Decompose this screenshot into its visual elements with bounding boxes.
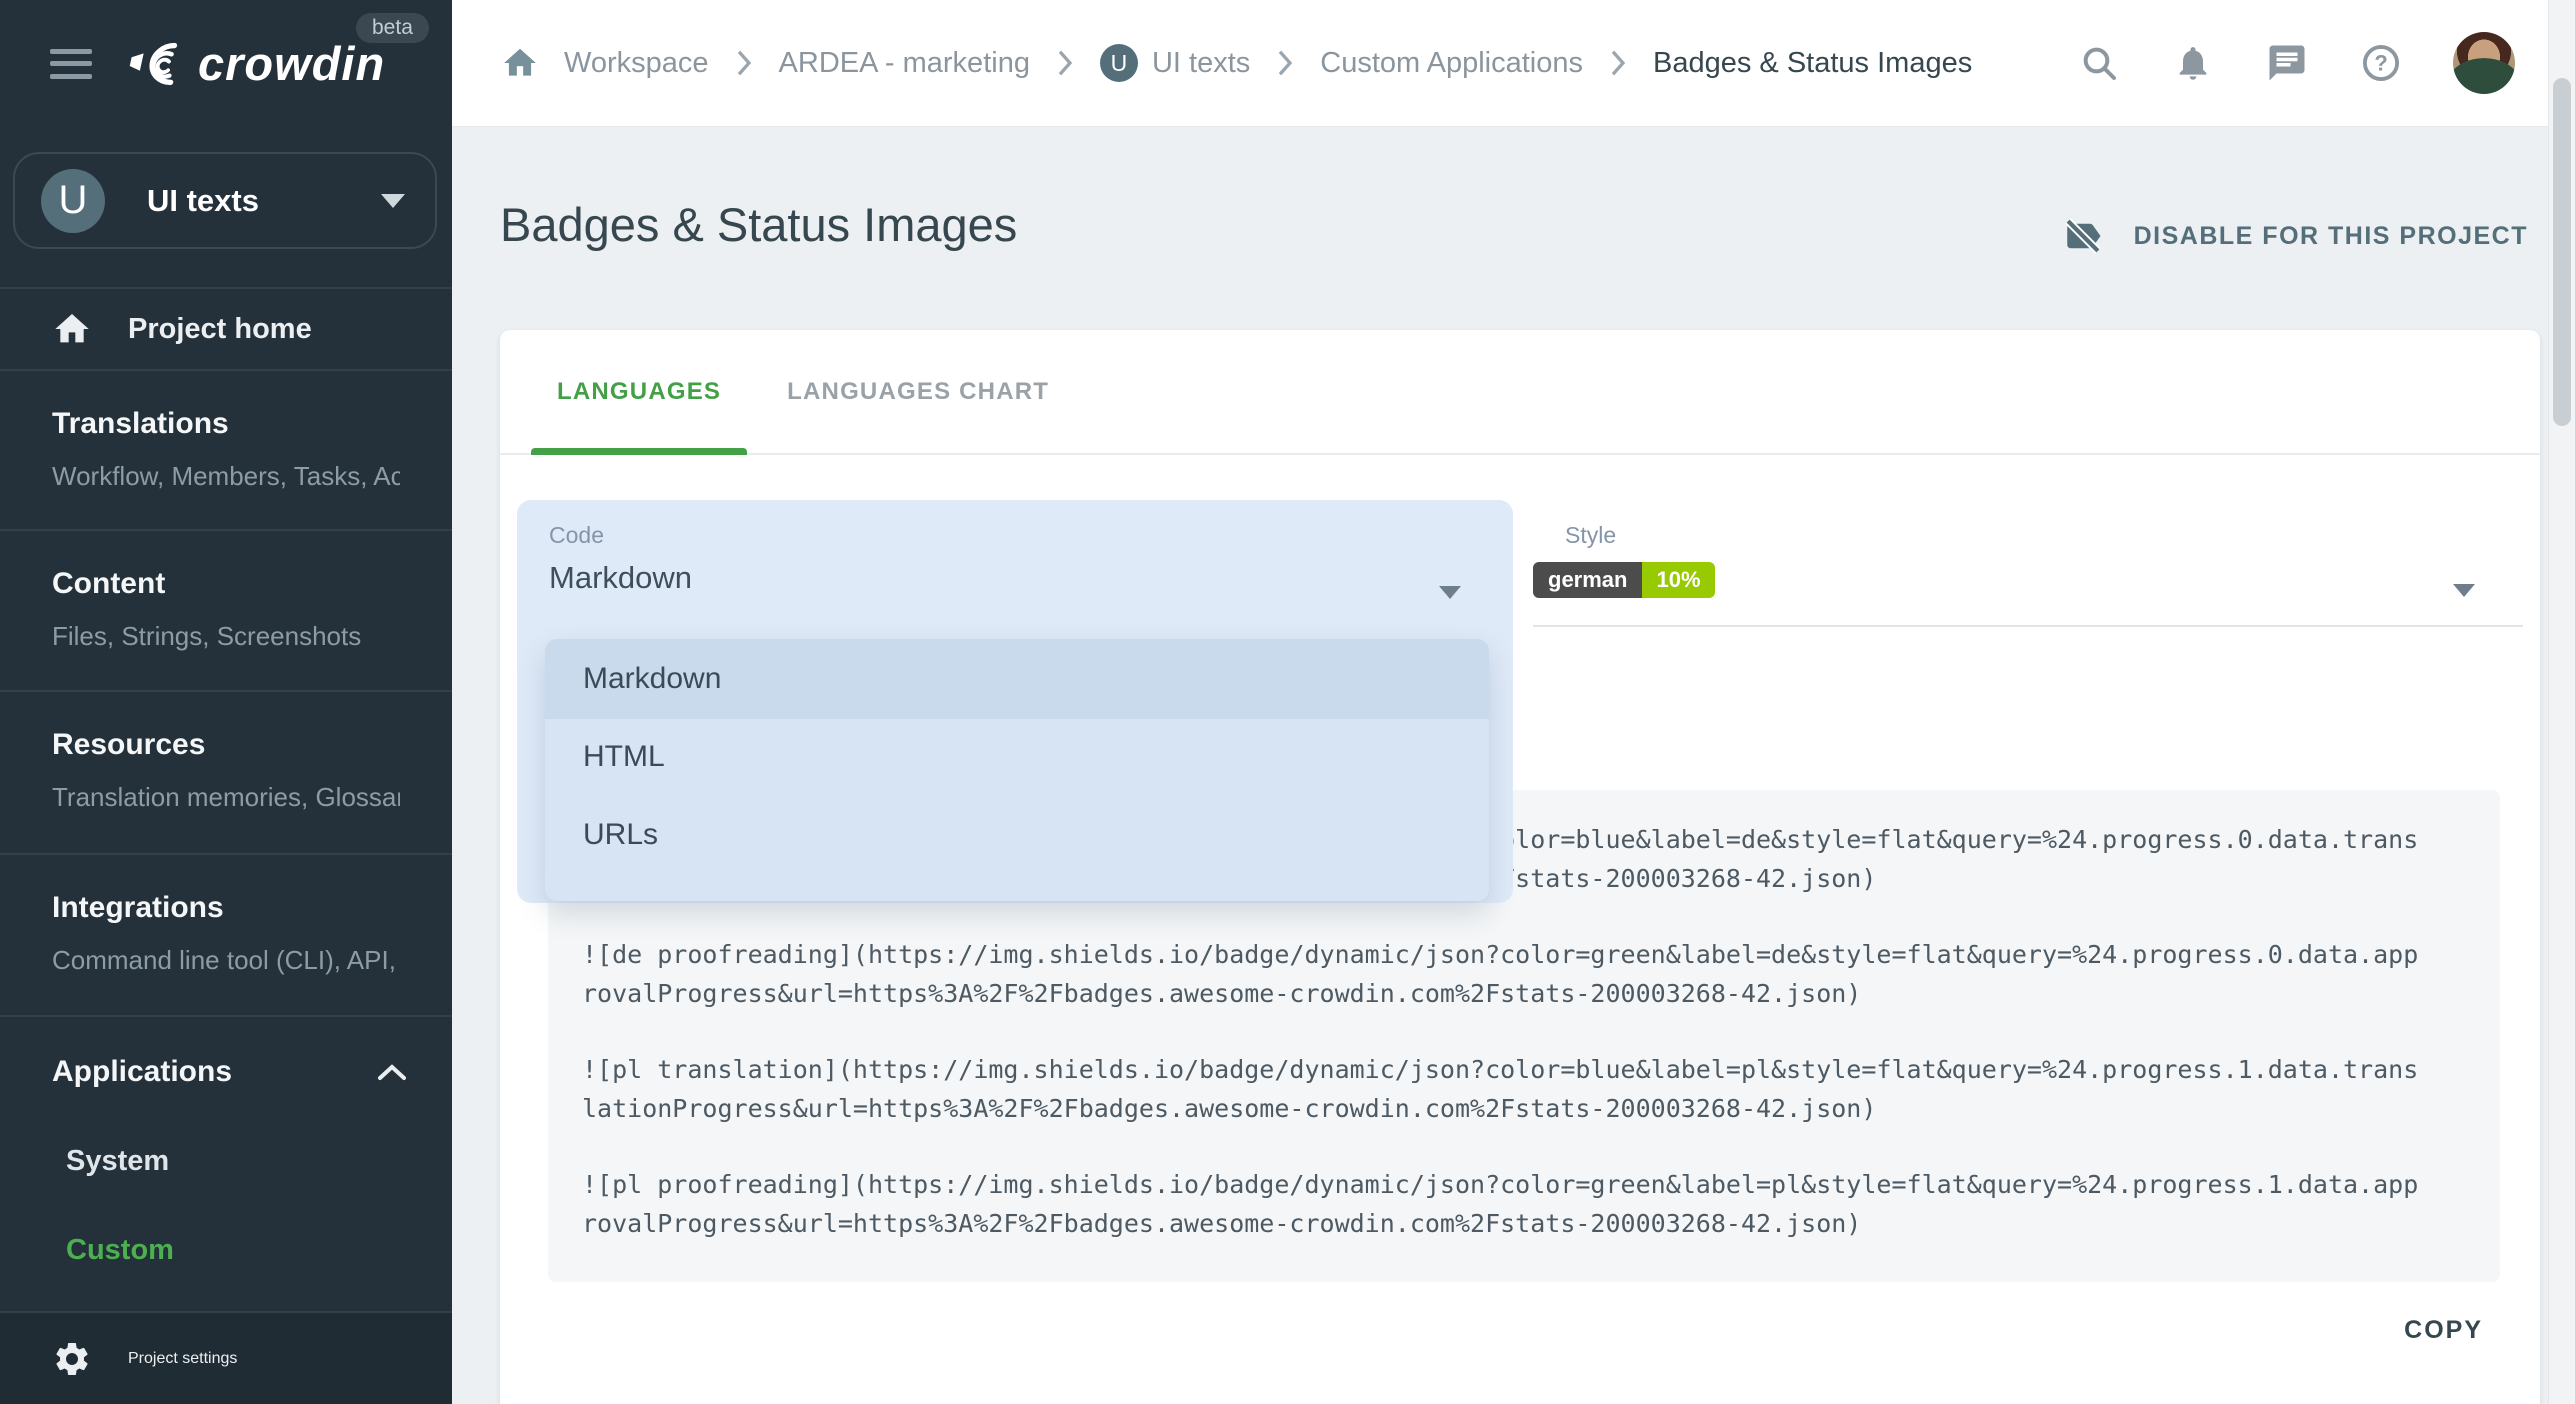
copy-button[interactable]: COPY — [2404, 1316, 2483, 1345]
gear-icon — [52, 1339, 92, 1379]
breadcrumb-project[interactable]: ARDEA - marketing — [779, 47, 1030, 80]
chevron-right-icon — [1607, 48, 1629, 78]
section-subtitle: Files, Strings, Screenshots — [52, 621, 400, 652]
sidebar-item-system[interactable]: System — [0, 1145, 452, 1178]
chevron-right-icon — [1274, 48, 1296, 78]
sidebar-item-translations[interactable]: Translations Workflow, Members, Tasks, A… — [0, 371, 452, 531]
chevron-right-icon — [1054, 48, 1076, 78]
home-icon — [52, 309, 92, 349]
disable-for-project-button[interactable]: DISABLE FOR THIS PROJECT — [2062, 215, 2528, 257]
topbar: Workspace ARDEA - marketing U UI texts C… — [452, 0, 2575, 127]
project-avatar: U — [41, 169, 105, 233]
section-subtitle: Workflow, Members, Tasks, Act… — [52, 461, 400, 492]
messages-chat-icon[interactable] — [2265, 41, 2309, 85]
crowdin-logo[interactable]: crowdin — [128, 36, 385, 91]
svg-text:?: ? — [2374, 51, 2387, 76]
sidebar-item-project-settings[interactable]: Project settings — [0, 1311, 452, 1404]
sidebar-item-integrations[interactable]: Integrations Command line tool (CLI), AP… — [0, 855, 452, 1017]
help-icon[interactable]: ? — [2359, 41, 2403, 85]
breadcrumb: Workspace ARDEA - marketing U UI texts C… — [452, 43, 1972, 83]
section-title: Integrations — [52, 891, 400, 925]
style-select[interactable]: Style german 10% — [1533, 500, 2523, 627]
badges-card: LANGUAGES LANGUAGES CHART ![de translati… — [500, 330, 2540, 1404]
sidebar-item-label: Project settings — [128, 1350, 237, 1368]
sidebar-item-resources[interactable]: Resources Translation memories, Glossari… — [0, 692, 452, 855]
section-title: Translations — [52, 407, 400, 441]
section-subtitle: Command line tool (CLI), API, A… — [52, 945, 400, 976]
project-switcher[interactable]: U UI texts — [13, 152, 437, 249]
sidebar-group-applications: Applications System Custom — [0, 1017, 452, 1311]
code-line: ![pl proofreading](https://img.shields.i… — [582, 1165, 2466, 1204]
badge-percent-segment: 10% — [1642, 562, 1714, 598]
code-select[interactable]: Code Markdown Markdown HTML URLs — [517, 500, 1513, 903]
home-icon[interactable] — [500, 43, 540, 83]
sidebar-item-custom[interactable]: Custom — [0, 1234, 452, 1267]
user-avatar[interactable] — [2453, 32, 2515, 94]
style-select-label: Style — [1565, 522, 1616, 549]
code-line: ![pl translation](https://img.shields.io… — [582, 1050, 2466, 1089]
menu-option-markdown[interactable]: Markdown — [545, 639, 1489, 719]
chevron-right-icon — [733, 48, 755, 78]
menu-option-html[interactable]: HTML — [545, 719, 1489, 795]
hamburger-menu-icon[interactable] — [50, 49, 92, 79]
style-badge-preview: german 10% — [1533, 562, 1715, 598]
code-line: lationProgress&url=https%3A%2F%2Fbadges.… — [582, 1089, 2466, 1128]
dropdown-caret-icon — [2453, 584, 2475, 597]
code-select-menu: Markdown HTML URLs — [545, 639, 1489, 901]
app-window: crowdin beta U UI texts Project home Tra… — [0, 0, 2575, 1404]
code-paragraph: ![de proofreading](https://img.shields.i… — [582, 935, 2466, 1013]
crowdin-logo-text: crowdin — [198, 36, 385, 91]
section-subtitle: Translation memories, Glossari… — [52, 782, 400, 813]
label-off-icon — [2062, 215, 2104, 257]
sidebar-item-content[interactable]: Content Files, Strings, Screenshots — [0, 531, 452, 692]
dropdown-caret-icon — [1439, 586, 1461, 599]
select-underline — [1533, 625, 2523, 627]
breadcrumb-current-page: Badges & Status Images — [1653, 47, 1972, 80]
code-select-label: Code — [549, 522, 604, 549]
code-line: ![de proofreading](https://img.shields.i… — [582, 935, 2466, 974]
project-name: UI texts — [147, 183, 259, 219]
breadcrumb-ui-texts[interactable]: U UI texts — [1100, 44, 1250, 82]
sidebar-item-label: Project home — [128, 313, 312, 346]
sidebar: crowdin beta U UI texts Project home Tra… — [0, 0, 452, 1404]
chevron-down-icon — [381, 194, 405, 208]
sidebar-item-project-home[interactable]: Project home — [0, 287, 452, 371]
badge-language-segment: german — [1533, 562, 1642, 598]
breadcrumb-workspace[interactable]: Workspace — [564, 47, 709, 80]
breadcrumb-custom-applications[interactable]: Custom Applications — [1320, 47, 1583, 80]
sidebar-header: crowdin beta — [0, 0, 452, 127]
page-scrollbar[interactable] — [2548, 0, 2575, 1404]
scrollbar-thumb[interactable] — [2553, 78, 2571, 426]
tab-bar: LANGUAGES LANGUAGES CHART — [500, 330, 2540, 455]
search-icon[interactable] — [2077, 41, 2121, 85]
code-paragraph: ![pl translation](https://img.shields.io… — [582, 1050, 2466, 1128]
section-title: Content — [52, 567, 400, 601]
code-paragraph: ![pl proofreading](https://img.shields.i… — [582, 1165, 2466, 1243]
beta-badge: beta — [356, 13, 429, 43]
tab-languages[interactable]: LANGUAGES — [553, 330, 725, 453]
breadcrumb-label: UI texts — [1152, 47, 1250, 80]
code-select-value: Markdown — [549, 560, 692, 596]
section-title: Applications — [52, 1055, 232, 1089]
section-title: Resources — [52, 728, 400, 762]
sidebar-item-applications[interactable]: Applications — [0, 1017, 452, 1089]
crowdin-logo-icon — [128, 39, 190, 89]
code-line: rovalProgress&url=https%3A%2F%2Fbadges.a… — [582, 974, 2466, 1013]
main-content: Badges & Status Images DISABLE FOR THIS … — [452, 127, 2575, 1404]
project-initial-chip: U — [1100, 44, 1138, 82]
tab-languages-chart[interactable]: LANGUAGES CHART — [783, 330, 1053, 453]
disable-button-label: DISABLE FOR THIS PROJECT — [2134, 222, 2528, 251]
topbar-icons: ? — [2077, 32, 2575, 94]
chevron-up-icon — [376, 1062, 408, 1082]
menu-option-urls[interactable]: URLs — [545, 795, 1489, 875]
notifications-bell-icon[interactable] — [2171, 41, 2215, 85]
code-line: rovalProgress&url=https%3A%2F%2Fbadges.a… — [582, 1204, 2466, 1243]
page-title: Badges & Status Images — [500, 197, 1017, 252]
